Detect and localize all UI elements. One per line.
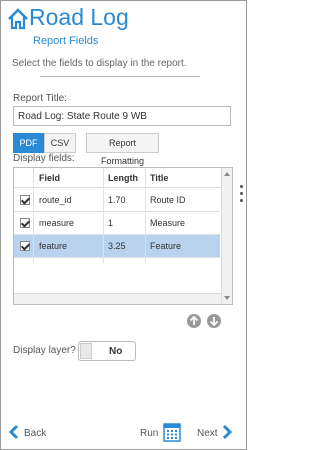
move-down-button[interactable] [207, 314, 221, 328]
next-button[interactable]: Next [197, 428, 218, 439]
table-row[interactable]: measure 1 Measure [14, 212, 220, 235]
instructions-text: Select the fields to display in the repo… [12, 58, 187, 69]
divider [40, 76, 200, 77]
toggle-value: No [109, 346, 123, 357]
next-arrow-icon[interactable] [222, 424, 232, 440]
field-name-cell: feature [39, 241, 68, 251]
page-subtitle: Report Fields [33, 35, 99, 47]
field-name-cell: measure [39, 218, 75, 228]
display-layer-toggle[interactable]: No [78, 341, 136, 361]
column-header-field[interactable]: Field [39, 173, 60, 183]
column-divider [145, 168, 146, 263]
row-checkbox[interactable] [20, 241, 30, 251]
title-cell[interactable]: Route ID [150, 195, 186, 205]
table-row[interactable]: route_id 1.70 Route ID [14, 189, 220, 212]
run-button[interactable]: Run [140, 428, 158, 439]
run-report-icon[interactable] [162, 422, 182, 442]
row-checkbox[interactable] [20, 218, 30, 228]
column-header-title[interactable]: Title [150, 173, 168, 183]
home-icon[interactable] [7, 8, 29, 30]
display-fields-label: Display fields: [13, 153, 75, 164]
back-arrow-icon[interactable] [9, 424, 19, 440]
report-title-label: Report Title: [13, 93, 67, 104]
title-cell[interactable]: Feature [150, 241, 181, 251]
display-layer-label: Display layer? [13, 345, 76, 356]
length-cell[interactable]: 3.25 [108, 241, 126, 251]
grid-header: Field Length Title [14, 168, 232, 188]
move-up-button[interactable] [187, 314, 201, 328]
report-formatting-button[interactable]: Report Formatting [86, 133, 159, 166]
row-checkbox[interactable] [20, 195, 30, 205]
column-divider [33, 168, 34, 263]
scroll-up-icon[interactable] [224, 172, 230, 176]
toggle-knob [80, 343, 92, 359]
app-title: Road Log [29, 4, 129, 30]
column-divider [103, 168, 104, 263]
table-row-selected[interactable]: feature 3.25 Feature [14, 235, 220, 258]
length-cell[interactable]: 1.70 [108, 195, 126, 205]
more-options-icon[interactable] [240, 185, 243, 206]
report-title-input[interactable] [13, 106, 231, 126]
column-header-length[interactable]: Length [108, 173, 138, 183]
pdf-button[interactable]: PDF [13, 133, 44, 153]
back-button[interactable]: Back [24, 428, 46, 439]
up-arrow-icon [189, 315, 199, 325]
down-arrow-icon [209, 317, 219, 327]
vertical-scrollbar[interactable] [221, 168, 232, 304]
length-cell[interactable]: 1 [108, 218, 113, 228]
scroll-down-icon[interactable] [224, 296, 230, 300]
display-fields-grid: Field Length Title route_id 1.70 Route I… [13, 167, 233, 305]
csv-button[interactable]: CSV [44, 133, 76, 153]
horizontal-scrollbar[interactable] [14, 293, 221, 304]
title-cell[interactable]: Measure [150, 218, 185, 228]
field-name-cell: route_id [39, 195, 72, 205]
